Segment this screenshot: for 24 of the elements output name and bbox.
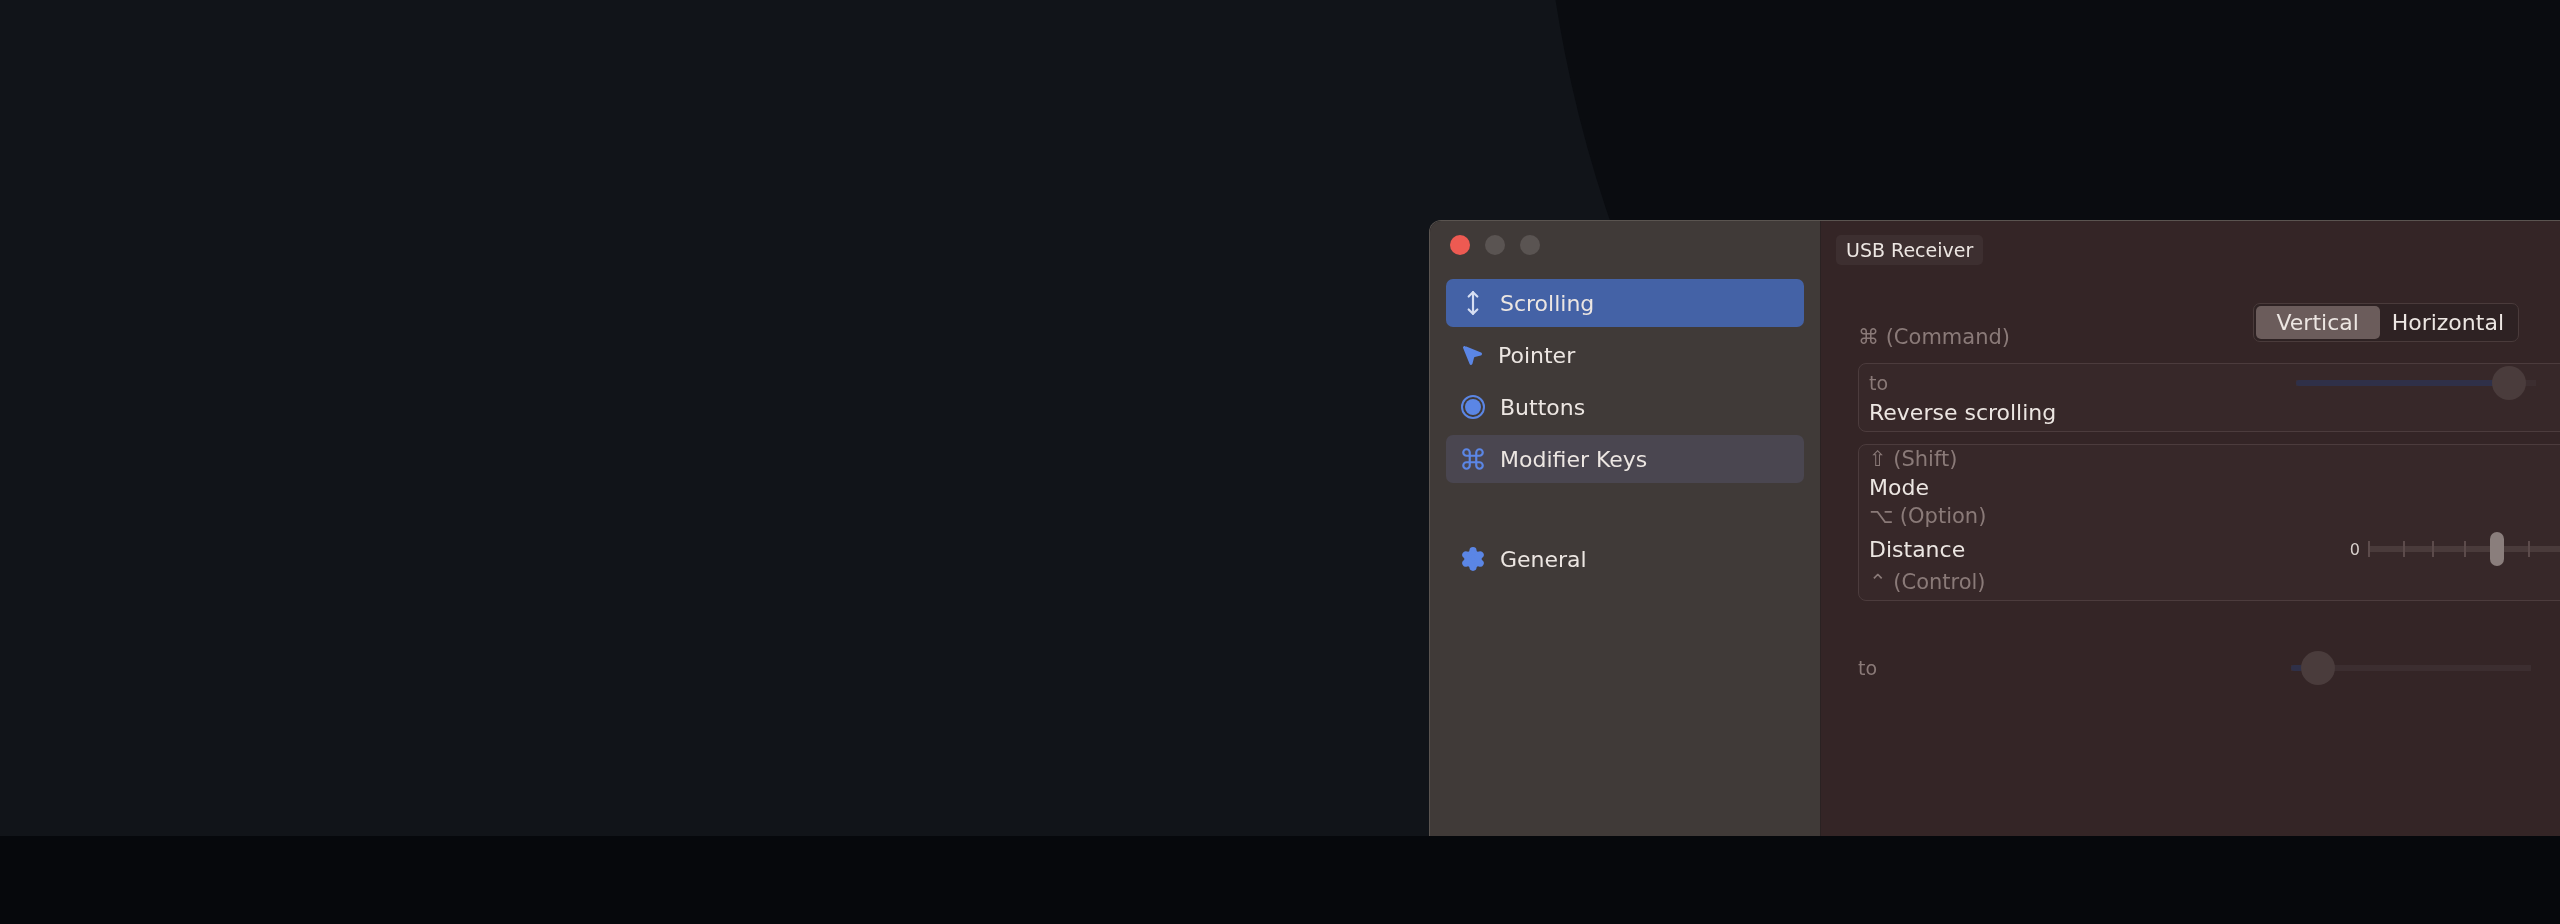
sidebar-item[interactable]: General bbox=[1446, 535, 1804, 583]
device-tab[interactable]: USB Receiver bbox=[1836, 235, 1984, 265]
sidebar-item[interactable]: Scrolling bbox=[1446, 279, 1804, 327]
circle-icon bbox=[1460, 394, 1486, 420]
direction-segment[interactable]: Horizontal bbox=[2379, 306, 2516, 339]
setting-label: Distance bbox=[1869, 536, 1966, 562]
faded-label: ⌘ (Command) bbox=[1858, 325, 2010, 349]
distance-slider-knob[interactable] bbox=[2490, 532, 2505, 566]
close-button[interactable] bbox=[1450, 235, 1470, 255]
faded-label: to bbox=[1869, 372, 1889, 394]
faded-label: ⇧ (Shift) bbox=[1869, 447, 1959, 471]
setting-label: Reverse scrolling bbox=[1869, 400, 2058, 425]
direction-segment[interactable]: Vertical bbox=[2255, 306, 2380, 339]
command-icon bbox=[1460, 446, 1486, 472]
slider-min-label: 0 bbox=[2349, 539, 2360, 559]
setting-label: Mode bbox=[1869, 475, 1930, 500]
faded-label: ⌃ (Control) bbox=[1869, 570, 1987, 594]
faded-label: to bbox=[1858, 657, 1878, 679]
sidebar-item[interactable]: Buttons bbox=[1446, 383, 1804, 431]
faded-label: ⌥ (Option) bbox=[1869, 504, 1988, 528]
sidebar-item[interactable]: Pointer bbox=[1446, 331, 1804, 379]
pointer-icon bbox=[1460, 343, 1484, 367]
sidebar-item[interactable]: Modifier Keys bbox=[1446, 435, 1804, 483]
settings-icon bbox=[1460, 546, 1486, 572]
